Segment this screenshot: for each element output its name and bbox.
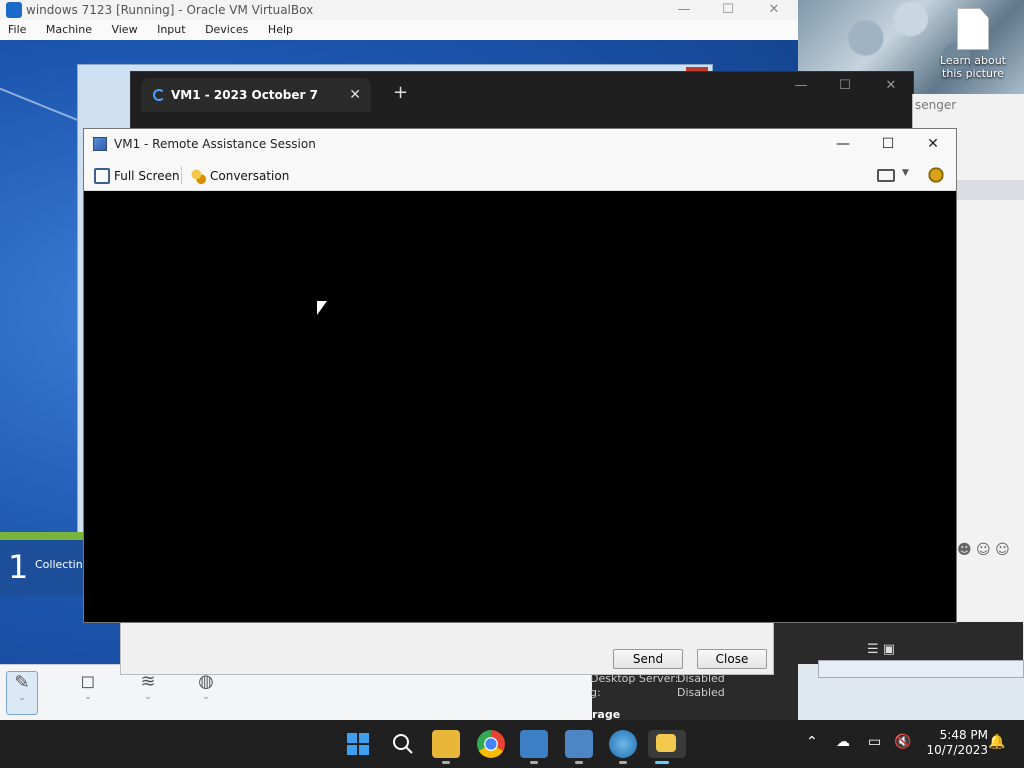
shapes-icon: ◻ <box>80 671 96 692</box>
remote-assistance-icon <box>93 137 107 151</box>
conversation-button[interactable]: Conversation <box>190 166 289 186</box>
search-button[interactable] <box>389 730 417 758</box>
monitor-icon[interactable]: ▭ <box>868 734 881 750</box>
chevron-down-icon[interactable]: ⌄ <box>190 692 222 702</box>
close-tab-icon[interactable]: ✕ <box>349 78 361 112</box>
conversation-icon <box>190 168 206 184</box>
running-indicator <box>575 761 583 764</box>
setting-value: Disabled <box>677 686 725 699</box>
messenger-title: senger <box>915 98 957 112</box>
maximize-icon[interactable]: ☐ <box>706 0 750 20</box>
chevron-down-icon[interactable]: ⌄ <box>132 692 164 702</box>
menu-help[interactable]: Help <box>260 20 301 40</box>
clock[interactable]: 5:48 PM 10/7/2023 <box>918 728 988 758</box>
remote-assistance-window: VM1 - Remote Assistance Session — ☐ ✕ Fu… <box>83 128 957 623</box>
virtualbox-titlebar[interactable]: windows 7123 [Running] - Oracle VM Virtu… <box>0 0 798 20</box>
shapes-tool[interactable]: ◻ ⌄ <box>72 671 104 715</box>
windows7-vm-button[interactable] <box>565 730 593 764</box>
taskbar: ⌃ ☁ ▭ 🔇 5:48 PM 10/7/2023 🔔 <box>0 720 1024 768</box>
loading-spinner-icon <box>153 89 165 101</box>
counter-text: Collectin <box>35 558 83 571</box>
file-icon <box>957 8 989 50</box>
ra-remote-screen[interactable] <box>84 191 956 622</box>
running-indicator <box>655 761 669 764</box>
virtualbox-title: windows 7123 [Running] - Oracle VM Virtu… <box>26 3 314 17</box>
toolbar-divider <box>181 166 182 184</box>
clock-date: 10/7/2023 <box>926 743 988 757</box>
brush-icon: ✎ <box>14 672 30 693</box>
progress-bar <box>0 532 92 540</box>
brush-tool[interactable]: ✎ ⌄ <box>6 671 38 715</box>
remote-assistance-taskbar-button[interactable] <box>648 730 686 764</box>
maximize-icon[interactable]: ☐ <box>865 129 911 159</box>
menu-input[interactable]: Input <box>149 20 193 40</box>
full-screen-button[interactable]: Full Screen <box>94 166 180 186</box>
settings-gear-icon[interactable] <box>927 166 945 184</box>
tab-title: VM1 - 2023 October 7 <box>171 88 318 102</box>
desktop-icon-label: Learn about this picture <box>940 54 1006 80</box>
colors-tool[interactable]: ◍ ⌄ <box>190 671 222 715</box>
running-indicator <box>619 761 627 764</box>
volume-muted-icon[interactable]: 🔇 <box>894 734 911 750</box>
view-toggle-icons[interactable]: ☰ ▣ <box>867 642 895 657</box>
menu-devices[interactable]: Devices <box>197 20 256 40</box>
virtualbox-icon <box>6 2 22 18</box>
full-screen-icon <box>94 168 110 184</box>
search-icon <box>393 734 413 754</box>
close-button[interactable]: Close <box>697 649 767 669</box>
minimize-icon[interactable]: — <box>662 0 706 20</box>
menu-file[interactable]: File <box>0 20 34 40</box>
chevron-down-icon[interactable]: ⌄ <box>7 693 37 703</box>
virtualbox-menubar: File Machine View Input Devices Help <box>0 20 798 40</box>
full-screen-label: Full Screen <box>114 169 180 183</box>
desktop-icon-learn-about-picture[interactable]: Learn about this picture <box>938 8 1008 80</box>
chat-panel: Send Close <box>120 622 774 675</box>
mouse-cursor-icon <box>317 301 327 315</box>
running-indicator <box>442 761 450 764</box>
minimize-icon[interactable]: — <box>779 78 823 93</box>
chrome-button[interactable] <box>477 730 505 758</box>
close-icon[interactable]: ✕ <box>869 78 913 93</box>
view-toggle-strip: ☰ ▣ <box>773 622 1023 664</box>
chevron-down-icon[interactable]: ▼ <box>902 168 920 186</box>
chevron-up-icon[interactable]: ⌃ <box>806 734 818 750</box>
start-button[interactable] <box>344 730 372 758</box>
ra-toolbar: Full Screen Conversation ▼ <box>84 159 956 191</box>
display-settings-icon[interactable] <box>877 169 895 182</box>
running-indicator <box>530 761 538 764</box>
contacts-icon[interactable]: ☻ ☺ ☺ <box>957 542 1010 558</box>
network-globe-button[interactable] <box>609 730 637 764</box>
onedrive-icon[interactable]: ☁ <box>836 734 850 750</box>
chevron-down-icon[interactable]: ⌄ <box>72 692 104 702</box>
browser-tab[interactable]: VM1 - 2023 October 7 ✕ <box>141 78 371 112</box>
virtualbox-taskbar-button[interactable] <box>520 730 548 764</box>
ra-title: VM1 - Remote Assistance Session <box>114 137 316 151</box>
new-tab-button[interactable]: + <box>393 82 408 103</box>
close-icon[interactable]: ✕ <box>910 129 956 159</box>
speech-bubble-icon <box>656 734 676 752</box>
send-button[interactable]: Send <box>613 649 683 669</box>
close-icon[interactable]: ✕ <box>752 0 796 20</box>
counter-number: 1 <box>8 548 29 586</box>
windows-logo-icon <box>347 733 369 755</box>
ra-titlebar[interactable]: VM1 - Remote Assistance Session — ☐ ✕ <box>84 129 956 159</box>
menu-machine[interactable]: Machine <box>38 20 100 40</box>
minimize-icon[interactable]: — <box>820 129 866 159</box>
menu-view[interactable]: View <box>103 20 145 40</box>
notification-bell-icon[interactable]: 🔔 <box>988 734 1005 750</box>
maximize-icon[interactable]: ☐ <box>823 78 867 93</box>
clock-time: 5:48 PM <box>939 728 988 742</box>
size-tool[interactable]: ≋ ⌄ <box>132 671 164 715</box>
file-explorer-button[interactable] <box>432 730 460 764</box>
conversation-label: Conversation <box>210 169 290 183</box>
background-taskbar-fragment <box>818 660 1024 678</box>
setting-label: g: <box>590 686 601 699</box>
